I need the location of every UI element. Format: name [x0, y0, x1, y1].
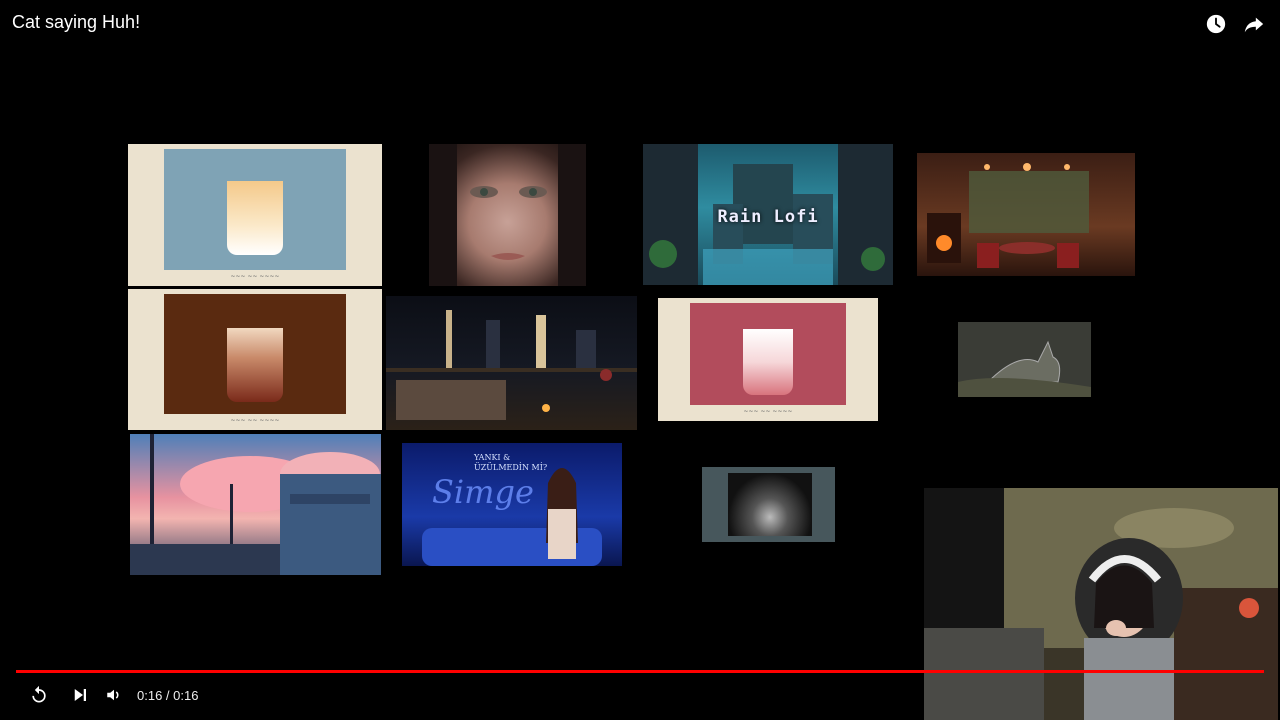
thumbnail-night-city-bedroom — [386, 290, 637, 430]
replay-button[interactable] — [27, 683, 51, 707]
rain-lofi-label: Rain Lofi — [717, 207, 819, 227]
time-display: 0:16 / 0:16 — [137, 688, 198, 703]
glass-image — [227, 181, 283, 255]
caption-scribble: ~~~ ~~ ~~~~ — [230, 273, 280, 280]
volume-icon — [107, 689, 119, 701]
album-cover — [728, 473, 812, 536]
night-city-art — [386, 290, 637, 420]
watch-later-icon[interactable] — [1204, 12, 1228, 36]
thumbnail-pink-drink: ~~~ ~~ ~~~~ — [658, 298, 878, 421]
thumbnail-cozy-cafe — [917, 153, 1135, 276]
cafe-art — [927, 163, 1089, 268]
share-icon[interactable] — [1242, 12, 1266, 36]
caption-scribble: ~~~ ~~ ~~~~ — [743, 408, 793, 415]
caption-scribble: ~~~ ~~ ~~~~ — [230, 417, 280, 424]
cat-sketch-art — [958, 340, 1091, 397]
time-separator: / — [162, 688, 174, 703]
next-button[interactable] — [68, 683, 92, 707]
progress-bar[interactable] — [16, 670, 1264, 673]
thumbnail-dark-album — [702, 467, 835, 542]
current-time: 0:16 — [137, 688, 163, 703]
thumbnail-sunset-street — [130, 434, 381, 575]
player-controls: 0:16 / 0:16 — [0, 670, 1280, 720]
replay-icon — [32, 685, 46, 703]
glass-image — [743, 329, 793, 395]
volume-button[interactable] — [102, 683, 126, 707]
thumbnail-simge: Simge YANKI & ÜZÜLMEDİN Mİ? — [402, 443, 622, 566]
thumbnail-brown-drink: ~~~ ~~ ~~~~ — [128, 289, 382, 430]
top-actions — [1204, 12, 1266, 36]
next-icon — [74, 689, 86, 701]
thumbnail-portrait — [429, 144, 586, 286]
thumbnail-cat-sketch — [958, 322, 1091, 397]
progress-fill — [16, 670, 1264, 673]
video-title[interactable]: Cat saying Huh! — [12, 12, 140, 33]
glass-image — [227, 328, 283, 402]
thumbnail-orange-drink: ~~~ ~~ ~~~~ — [128, 144, 382, 286]
thumbnail-rain-lofi: Rain Lofi — [643, 144, 893, 285]
street-art — [130, 434, 381, 575]
duration: 0:16 — [173, 688, 199, 703]
singer-art — [422, 468, 602, 566]
portrait-face — [429, 144, 586, 286]
